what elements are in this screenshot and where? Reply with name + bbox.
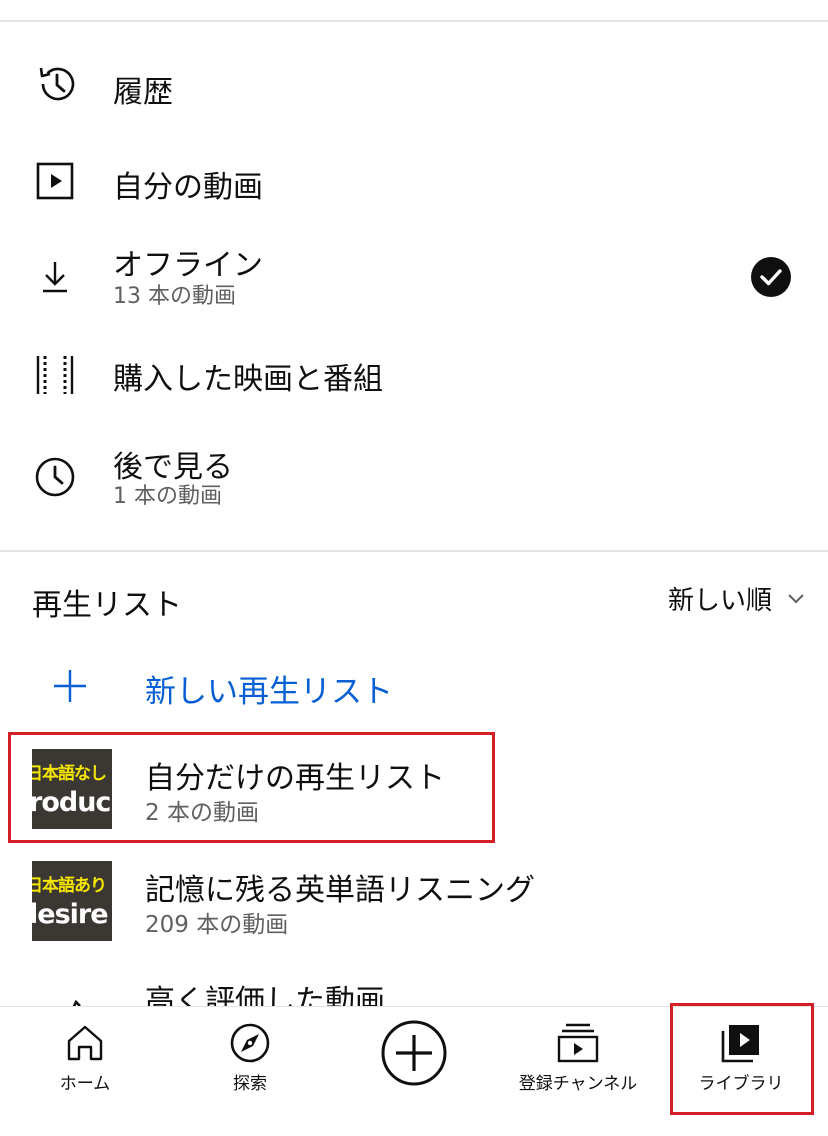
film-strip-icon bbox=[36, 356, 74, 394]
menu-item-watch-later-count: 1 本の動画 bbox=[113, 484, 222, 509]
new-playlist-button[interactable]: 新しい再生リスト bbox=[0, 648, 828, 724]
check-circle-icon bbox=[751, 257, 791, 297]
playlist-title: 高く評価した動画 bbox=[145, 984, 385, 1006]
nav-home-label: ホーム bbox=[59, 1074, 111, 1094]
nav-subscriptions[interactable]: 登録チャンネル bbox=[503, 1007, 653, 1136]
menu-item-history-label: 履歴 bbox=[113, 75, 173, 110]
thumbnail-text-en: lesire bbox=[32, 899, 109, 930]
section-divider bbox=[0, 550, 828, 552]
playlists-heading: 再生リスト bbox=[32, 588, 182, 623]
compass-icon bbox=[230, 1023, 270, 1063]
chevron-down-icon bbox=[788, 594, 804, 604]
playlist-thumbnail: 日本語あり lesire bbox=[32, 861, 112, 941]
menu-item-offline-count: 13 本の動画 bbox=[113, 284, 236, 309]
nav-explore[interactable]: 探索 bbox=[185, 1007, 315, 1136]
menu-item-my-videos[interactable]: 自分の動画 bbox=[0, 134, 828, 230]
top-divider bbox=[0, 20, 828, 22]
nav-explore-label: 探索 bbox=[233, 1074, 267, 1094]
nav-home[interactable]: ホーム bbox=[20, 1007, 150, 1136]
menu-item-purchases-label: 購入した映画と番組 bbox=[113, 362, 383, 397]
subscriptions-icon bbox=[557, 1023, 599, 1063]
sort-dropdown[interactable]: 新しい順 bbox=[668, 578, 806, 618]
history-icon bbox=[39, 67, 75, 101]
create-plus-icon bbox=[381, 1020, 447, 1086]
menu-item-offline[interactable]: オフライン 13 本の動画 bbox=[0, 230, 828, 326]
thumbnail-text-jp: 日本語あり bbox=[32, 876, 107, 896]
clock-icon bbox=[35, 457, 75, 497]
home-icon bbox=[67, 1025, 103, 1061]
playlist-item[interactable]: 日本語あり lesire 記憶に残る英単語リスニング 209 本の動画 bbox=[0, 848, 828, 948]
play-square-icon bbox=[36, 162, 74, 200]
highlight-box-library bbox=[670, 1003, 814, 1115]
menu-item-my-videos-label: 自分の動画 bbox=[113, 170, 263, 205]
menu-item-history[interactable]: 履歴 bbox=[0, 38, 828, 134]
download-icon bbox=[43, 262, 67, 293]
playlist-title: 記憶に残る英単語リスニング bbox=[145, 873, 535, 908]
nav-subscriptions-label: 登録チャンネル bbox=[518, 1074, 638, 1094]
menu-item-watch-later[interactable]: 後で見る 1 本の動画 bbox=[0, 428, 828, 524]
plus-icon bbox=[54, 670, 86, 702]
menu-item-purchases[interactable]: 購入した映画と番組 bbox=[0, 326, 828, 422]
new-playlist-label: 新しい再生リスト bbox=[145, 674, 393, 710]
playlist-count: 209 本の動画 bbox=[145, 912, 289, 938]
nav-create[interactable] bbox=[366, 1007, 462, 1136]
highlight-box-playlist bbox=[8, 732, 495, 843]
sort-label: 新しい順 bbox=[667, 585, 772, 616]
thumbs-up-icon bbox=[72, 999, 81, 1006]
playlist-item-liked[interactable]: 高く評価した動画 bbox=[0, 960, 828, 1006]
